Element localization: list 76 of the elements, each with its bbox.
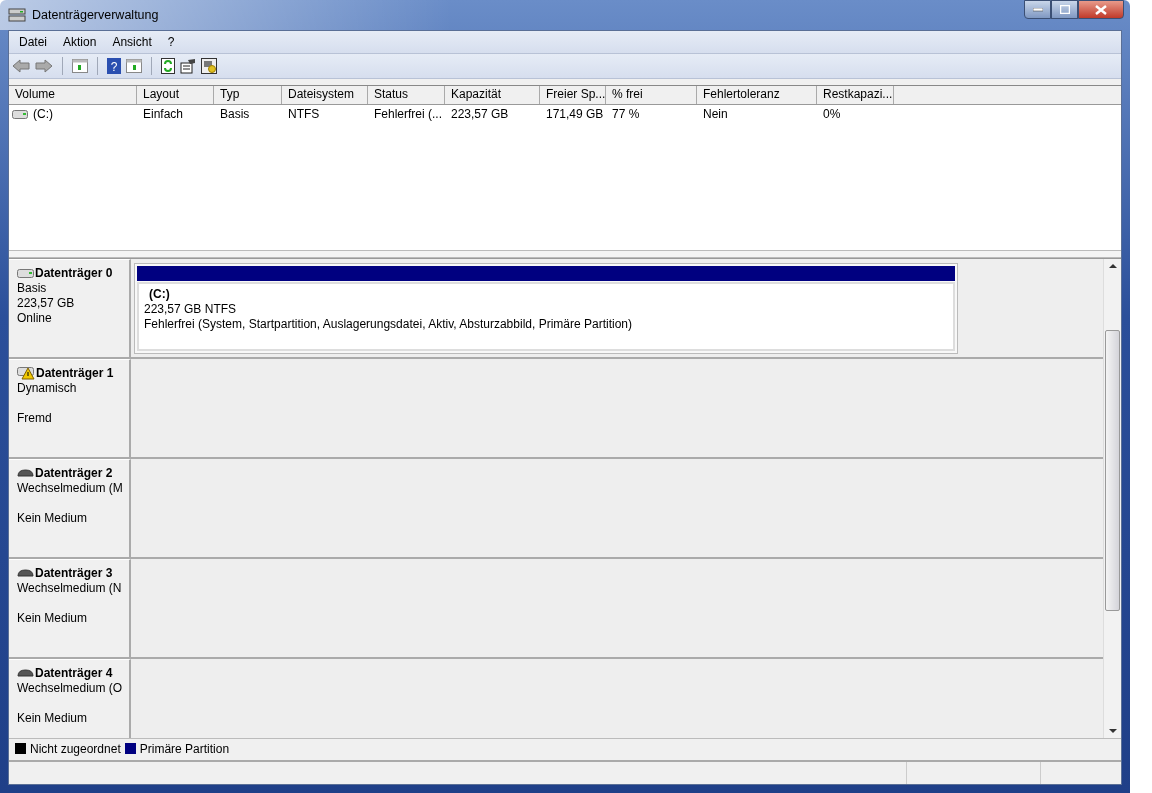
refresh-icon[interactable]: [161, 58, 175, 74]
disk-status: Fremd: [17, 411, 53, 426]
table-cell: 171,49 GB: [546, 107, 604, 121]
removable-drive-icon: [17, 669, 34, 677]
disk-status: Kein Medium: [17, 511, 89, 526]
disk-label-panel[interactable]: Datenträger 0 Basis 223,57 GB Online: [9, 259, 131, 357]
disk-size: 223,57 GB: [17, 296, 76, 311]
disk-type: Basis: [17, 281, 48, 296]
table-cell: 77 %: [612, 107, 640, 121]
column-header[interactable]: Freier Sp...: [540, 86, 606, 104]
minimize-button[interactable]: [1024, 0, 1051, 19]
partition-size: 223,57 GB NTFS: [144, 302, 238, 317]
table-cell: Basis: [220, 107, 250, 121]
drive-icon: [12, 109, 28, 119]
column-header[interactable]: % frei: [606, 86, 697, 104]
back-arrow-icon[interactable]: [12, 59, 30, 73]
vertical-scrollbar[interactable]: [1103, 259, 1121, 738]
menu-item[interactable]: Aktion: [55, 35, 105, 49]
column-header[interactable]: Typ: [214, 86, 282, 104]
partition-block[interactable]: (C:) 223,57 GB NTFS Fehlerfrei (System, Startpartition, Auslagerungsdatei, Aktiv, Absturzabbild, Primäre Partition): [134, 263, 958, 354]
maximize-button[interactable]: [1051, 0, 1078, 19]
settings-icon[interactable]: [201, 58, 217, 74]
column-header[interactable]: Status: [368, 86, 445, 104]
disk-status: Kein Medium: [17, 611, 89, 626]
disk-type: Wechselmedium (O: [17, 681, 124, 696]
disk-name: Datenträger 4: [35, 666, 113, 680]
table-cell: 223,57 GB: [451, 107, 509, 121]
panel-icon[interactable]: [72, 59, 88, 73]
column-header[interactable]: Volume: [9, 86, 137, 104]
table-cell: Einfach: [143, 107, 184, 121]
partition-name: (C:): [148, 287, 171, 302]
forward-arrow-icon[interactable]: [35, 59, 53, 73]
table-cell: 0%: [823, 107, 841, 121]
disk-drive-icon: [8, 7, 26, 23]
close-icon: [1095, 4, 1107, 15]
minimize-icon: [1032, 7, 1043, 12]
disk-label-panel[interactable]: Datenträger 2 Wechselmedium (M Kein Medium: [9, 459, 131, 557]
removable-drive-icon: [17, 569, 34, 577]
legend-label: Nicht zugeordnet: [30, 741, 121, 756]
table-cell: (C:): [33, 107, 53, 121]
disk-name: Datenträger 0: [35, 266, 113, 280]
hard-disk-warning-icon: [17, 366, 35, 380]
scroll-down-icon[interactable]: [1108, 729, 1117, 734]
disk-label-panel[interactable]: Datenträger 3 Wechselmedium (N Kein Medium: [9, 559, 131, 657]
disk-name: Datenträger 3: [35, 566, 113, 580]
column-header[interactable]: Restkapazi...: [817, 86, 894, 104]
removable-drive-icon: [17, 469, 34, 477]
disk-status: Kein Medium: [17, 711, 89, 726]
table-cell: NTFS: [288, 107, 320, 121]
menu-item[interactable]: Datei: [11, 35, 55, 49]
close-button[interactable]: [1078, 0, 1124, 19]
column-header[interactable]: Dateisystem: [282, 86, 368, 104]
disk-label-panel[interactable]: Datenträger 4 Wechselmedium (O Kein Medium: [9, 659, 131, 738]
column-header[interactable]: Layout: [137, 86, 214, 104]
table-cell: Nein: [703, 107, 728, 121]
scroll-thumb[interactable]: [1105, 330, 1120, 611]
disk-name: Datenträger 2: [35, 466, 113, 480]
help-icon[interactable]: ?: [107, 58, 121, 74]
maximize-icon: [1059, 5, 1070, 14]
disk-label-panel[interactable]: Datenträger 1 Dynamisch Fremd: [9, 359, 131, 457]
scroll-up-icon[interactable]: [1108, 263, 1117, 268]
properties-icon[interactable]: [180, 58, 196, 74]
disk-status: Online: [17, 311, 53, 326]
column-header[interactable]: Fehlertoleranz: [697, 86, 817, 104]
menu-item[interactable]: ?: [159, 35, 183, 49]
menu-item[interactable]: Ansicht: [104, 35, 160, 49]
column-header[interactable]: Kapazität: [445, 86, 540, 104]
panel-icon[interactable]: [126, 59, 142, 73]
window-title: Datenträgerverwaltung: [32, 8, 159, 22]
disk-type: Wechselmedium (N: [17, 581, 123, 596]
partition-status: Fehlerfrei (System, Startpartition, Auslagerungsdatei, Aktiv, Absturzabbild, Primäre Partition): [144, 317, 633, 332]
table-cell: Fehlerfrei (...: [374, 107, 442, 121]
disk-name: Datenträger 1: [36, 366, 114, 380]
disk-type: Wechselmedium (M: [17, 481, 124, 496]
legend-label: Primäre Partition: [139, 741, 230, 756]
disk-type: Dynamisch: [17, 381, 78, 396]
